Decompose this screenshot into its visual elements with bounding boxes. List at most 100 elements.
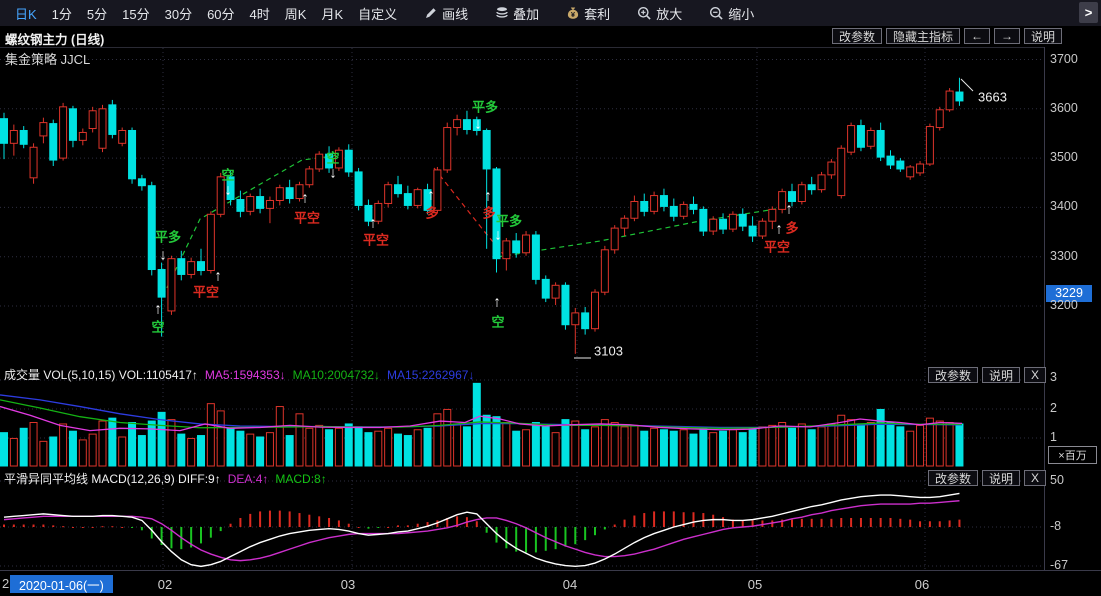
tool-label: 叠加 [513, 4, 539, 23]
close-button[interactable]: X [1024, 367, 1046, 383]
arrow-down-icon: ↓ [494, 227, 502, 244]
macd-tick-label: -67 [1050, 558, 1068, 572]
date-tick-label: 06 [915, 577, 929, 592]
volume-ma10-label: MA10:2004732↓ [293, 368, 380, 382]
arrow-down-icon: ↓ [159, 247, 167, 264]
top-toolbar: 日K 1分 5分 15分 30分 60分 4时周K 月K 自定义 画线 叠加 ¥套利 放大 缩小 > [0, 0, 1101, 26]
signal-label: 空 [491, 315, 504, 330]
date-tick-label: 04 [563, 577, 577, 592]
timeframe-tab[interactable]: 日K [15, 4, 37, 23]
hide-main-indicator-button[interactable]: 隐藏主指标 [886, 28, 960, 44]
money-bag-icon: ¥ [566, 6, 580, 20]
arrow-up-icon: ↑ [785, 201, 793, 218]
help-button[interactable]: 说明 [982, 367, 1020, 383]
change-params-button[interactable]: 改参数 [832, 28, 882, 44]
signal-label: 平空 [363, 233, 389, 248]
price-note-label: 3663 [978, 90, 1007, 105]
macd-label: 平滑异同平均线 MACD(12,26,9) DIFF:9↑ [4, 472, 221, 486]
signal-label: 多 [785, 221, 798, 236]
start-date-badge: 2020-01-06(一) [10, 575, 113, 593]
timeframe-tab[interactable]: 周K [285, 4, 307, 23]
signal-label: 平多 [155, 230, 181, 245]
volume-panel-buttons: 改参数说明X [928, 367, 1046, 383]
volume-unit-label: ×百万 [1048, 446, 1097, 464]
arrow-up-icon: ↑ [301, 190, 309, 207]
close-button[interactable]: X [1024, 470, 1046, 486]
volume-tick-label: 1 [1050, 430, 1057, 444]
arrow-left-button[interactable]: ← [964, 28, 990, 44]
timeframe-tab[interactable]: 30分 [165, 4, 192, 23]
arrow-right-button[interactable]: → [994, 28, 1020, 44]
date-axis: 2 2020-01-06(一) 0203040506 [0, 570, 1101, 596]
macd-tick-label: 50 [1050, 473, 1064, 487]
timeframe-tab[interactable]: 自定义 [358, 4, 397, 23]
timeframe-tab[interactable]: 月K [321, 4, 343, 23]
signal-label: 平空 [764, 240, 790, 255]
price-tick-label: 3500 [1050, 150, 1078, 164]
price-tick-label: 3400 [1050, 199, 1078, 213]
arrow-down-icon: ↓ [329, 165, 337, 182]
signal-label: 平多 [472, 100, 498, 115]
toolbar-more-button[interactable]: > [1079, 2, 1098, 23]
date-tick-label: 02 [158, 577, 172, 592]
price-note-label: 3103 [594, 344, 623, 359]
tool-label: 画线 [442, 4, 468, 23]
timeframe-tab[interactable]: 15分 [122, 4, 149, 23]
stack-icon [495, 6, 509, 20]
arrow-up-icon: ↑ [154, 301, 162, 318]
chart-title-bar: 螺纹钢主力 (日线) 改参数隐藏主指标←→说明 [0, 26, 1101, 48]
date-tick-label: 05 [748, 577, 762, 592]
change-params-button[interactable]: 改参数 [928, 470, 978, 486]
macd-tick-label: -8 [1050, 519, 1061, 533]
arrow-up-icon: ↑ [775, 221, 783, 238]
arbitrage-button[interactable]: ¥套利 [566, 4, 610, 23]
zoom-out-icon [709, 6, 724, 21]
timeframe-tab[interactable]: 1分 [52, 4, 72, 23]
overlay-button[interactable]: 叠加 [495, 4, 539, 23]
signal-label: 平空 [294, 211, 320, 226]
arrow-down-icon: ↓ [474, 116, 482, 133]
pencil-icon [424, 6, 438, 20]
arrow-up-icon: ↑ [427, 187, 435, 204]
macd-panel-buttons: 改参数说明X [928, 470, 1046, 486]
price-tick-label: 3300 [1050, 249, 1078, 263]
main-candlestick-chart[interactable]: ↓平多↑空↑平空↓空↑平空↓空↑平空↑多↓平多↑多↓平多↑空↑平空↑多36633… [0, 47, 1044, 364]
instrument-title: 螺纹钢主力 (日线) [5, 29, 104, 48]
volume-label: 成交量 VOL(5,10,15) VOL:1105417↑ [4, 368, 198, 382]
zoom-in-button[interactable]: 放大 [637, 4, 682, 23]
signal-label: 多 [482, 206, 495, 221]
arrow-up-icon: ↑ [493, 294, 501, 311]
timeframe-tab[interactable]: 4时 [250, 4, 270, 23]
tool-label: 缩小 [728, 4, 754, 23]
zoom-in-icon [637, 6, 652, 21]
signal-label: 平多 [496, 214, 522, 229]
tool-label: 放大 [656, 4, 682, 23]
help-button[interactable]: 说明 [1024, 28, 1062, 44]
signal-label: 空 [151, 320, 164, 335]
timeframe-tabs: 日K 1分 5分 15分 30分 60分 4时周K 月K 自定义 [0, 4, 397, 23]
volume-tick-label: 3 [1050, 370, 1057, 384]
zoom-out-button[interactable]: 缩小 [709, 4, 754, 23]
price-tick-label: 3600 [1050, 101, 1078, 115]
timeframe-tab[interactable]: 5分 [87, 4, 107, 23]
macd-dea-label: DEA:4↑ [228, 472, 269, 486]
price-tick-label: 3700 [1050, 52, 1078, 66]
arrow-down-icon: ↓ [224, 182, 232, 199]
change-params-button[interactable]: 改参数 [928, 367, 978, 383]
timeframe-tab[interactable]: 60分 [207, 4, 234, 23]
signal-label: 平空 [193, 285, 219, 300]
clipped-date-label: 2 [2, 576, 9, 591]
strategy-watermark: 集金策略 JJCL [5, 49, 90, 68]
volume-ma15-label: MA15:2262967↓ [387, 368, 474, 382]
arrow-up-icon: ↑ [214, 268, 222, 285]
signal-label: 空 [326, 151, 339, 166]
titlebar-buttons: 改参数隐藏主指标←→说明 [832, 28, 1062, 44]
volume-ma5-label: MA5:1594353↓ [205, 368, 286, 382]
volume-tick-label: 2 [1050, 401, 1057, 415]
signal-label: 多 [425, 206, 438, 221]
toolbar-tools: 画线 叠加 ¥套利 放大 缩小 [397, 4, 754, 23]
macd-value-label: MACD:8↑ [275, 472, 326, 486]
arrow-up-icon: ↑ [369, 215, 377, 232]
draw-line-button[interactable]: 画线 [424, 4, 468, 23]
help-button[interactable]: 说明 [982, 470, 1020, 486]
